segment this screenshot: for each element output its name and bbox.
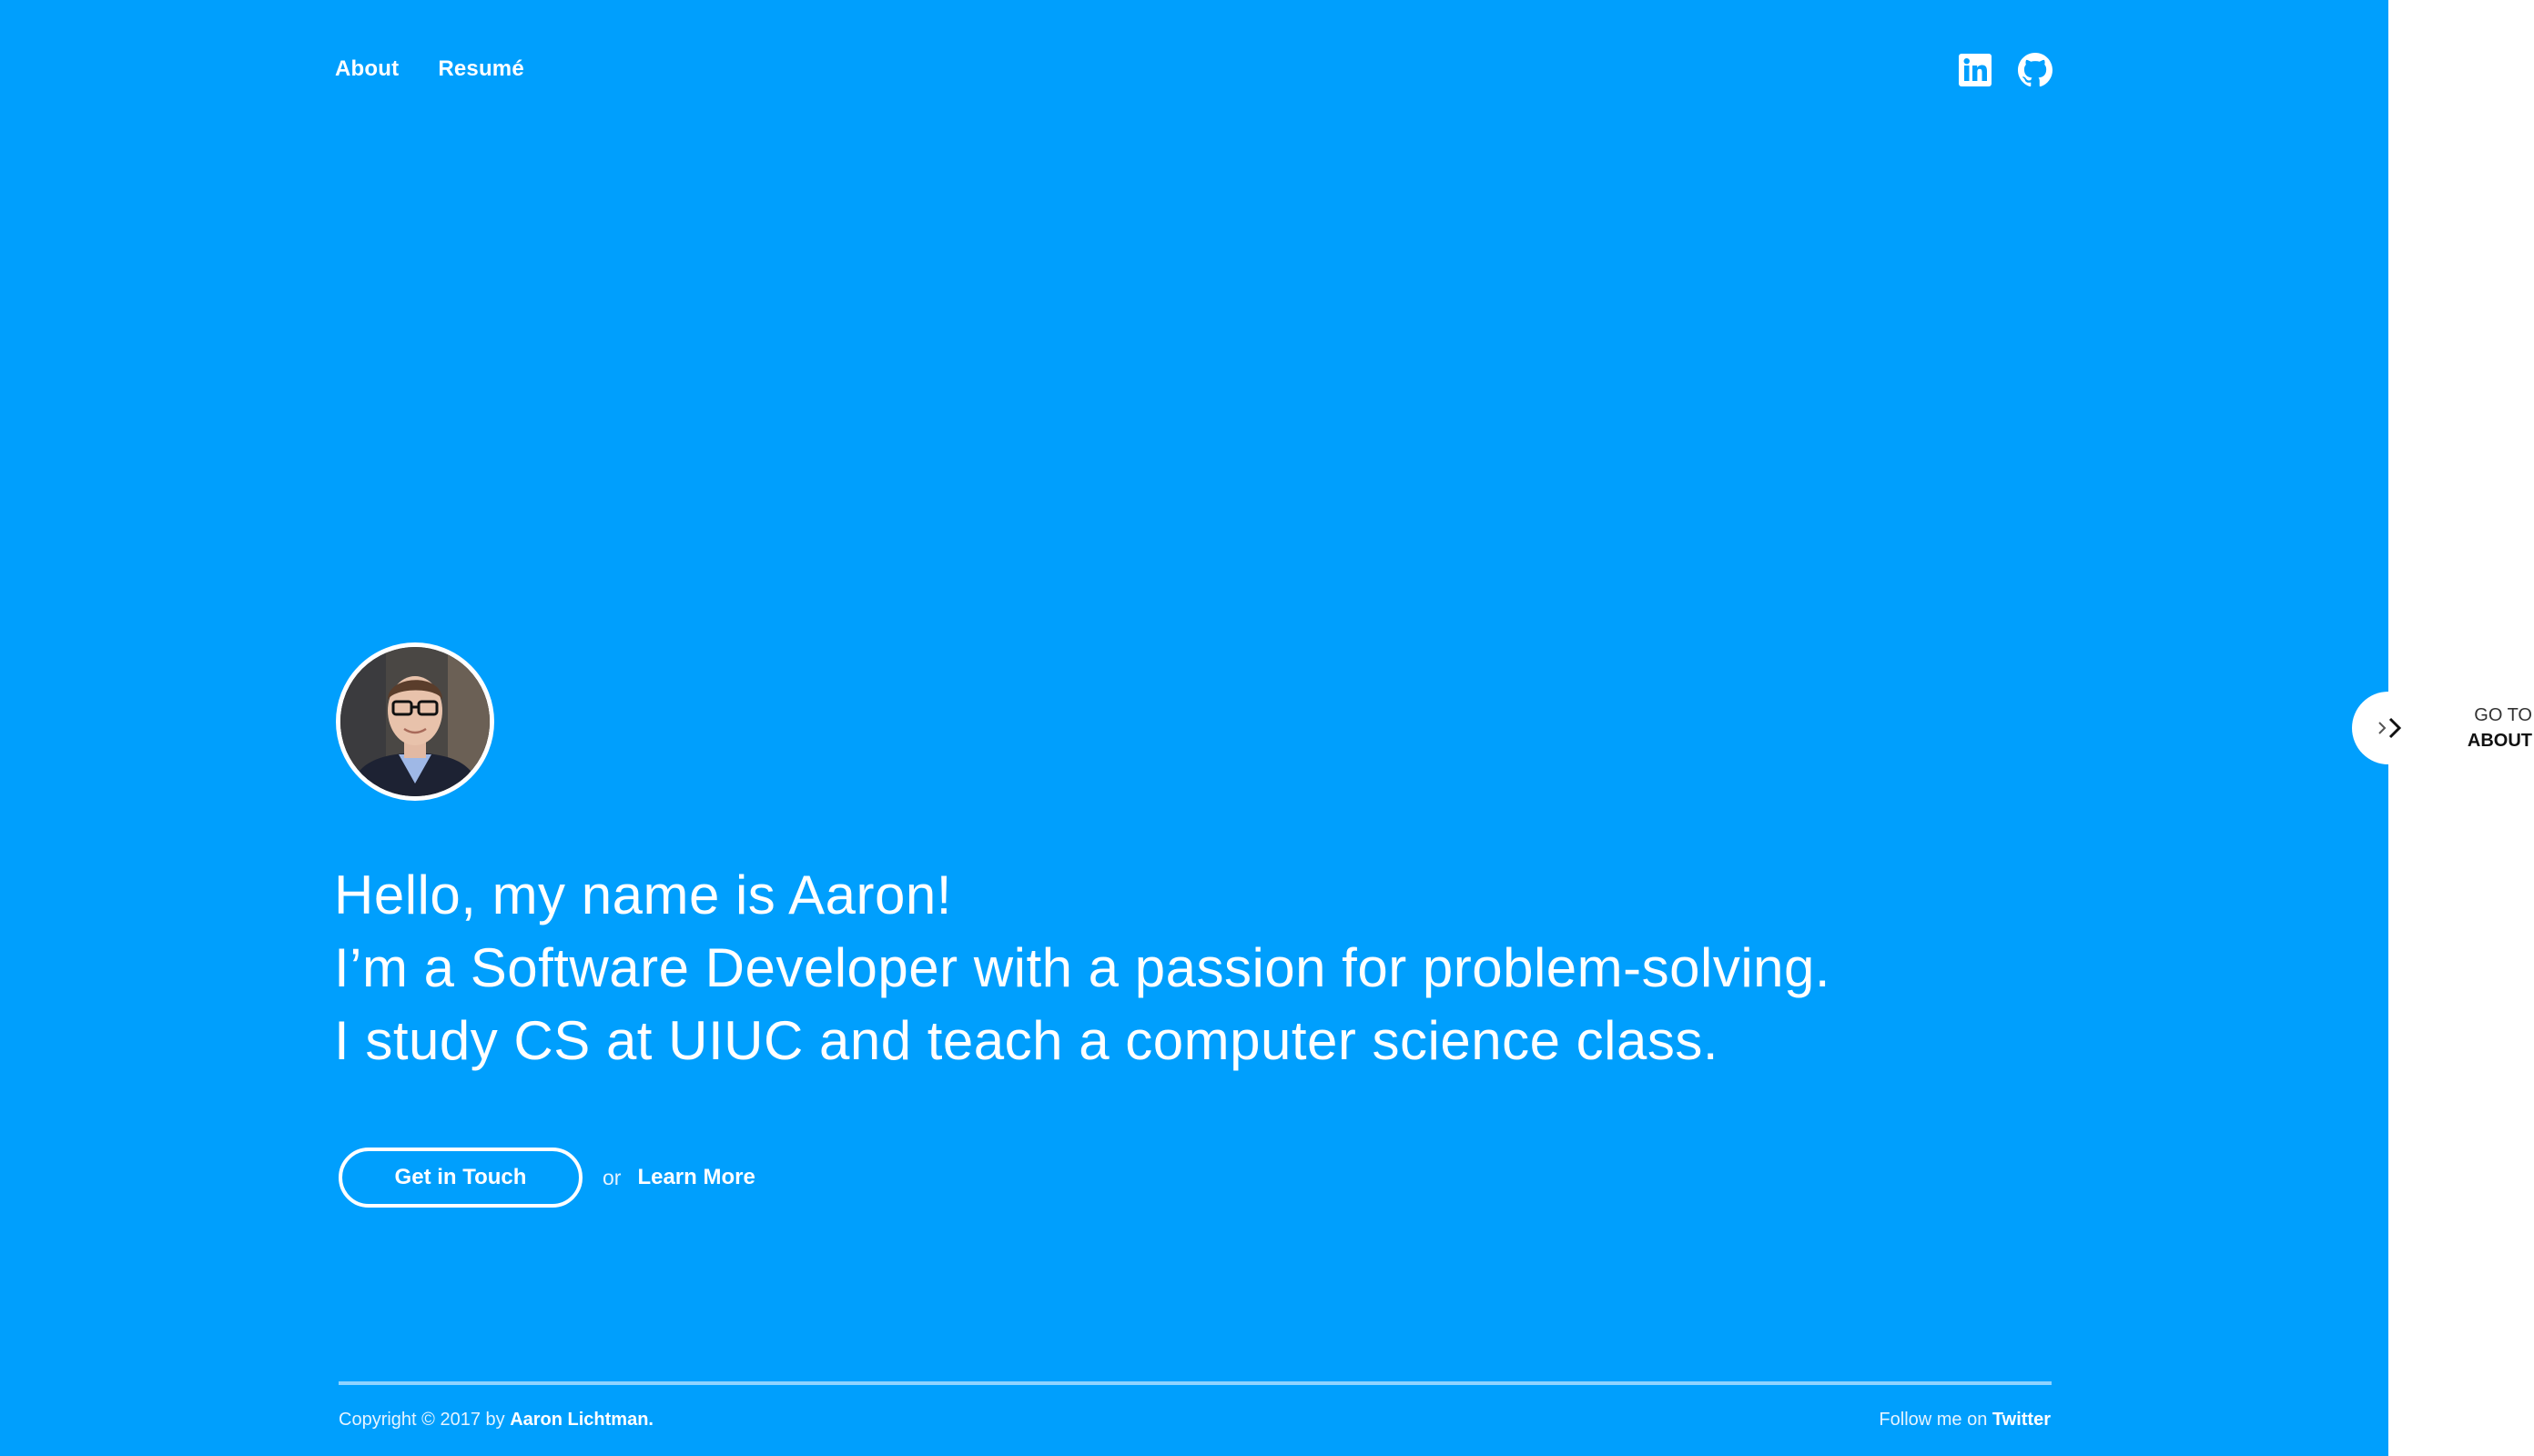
intro-line-2: I’m a Software Developer with a passion …	[334, 937, 1831, 998]
intro-heading: Hello, my name is Aaron! I’m a Software …	[334, 859, 1830, 1077]
intro-line-1: Hello, my name is Aaron!	[334, 864, 952, 925]
page: About Resumé Hello, my name is Aaron! I’…	[0, 0, 2534, 1456]
top-nav: About Resumé	[335, 56, 524, 82]
footer-follow: Follow me on Twitter	[1871, 1410, 2051, 1431]
footer-divider	[339, 1381, 2052, 1385]
get-in-touch-button[interactable]: Get in Touch	[339, 1148, 583, 1208]
copyright-text: Copyright © 2017 by	[339, 1410, 511, 1430]
github-icon[interactable]	[2018, 53, 2053, 87]
hero-section: About Resumé Hello, my name is Aaron! I’…	[0, 0, 2388, 1456]
nav-link-about[interactable]: About	[335, 56, 399, 82]
go-to-label-line-1: GO TO	[2474, 705, 2532, 725]
intro-line-3: I study CS at UIUC and teach a computer …	[334, 1010, 1718, 1071]
author-link[interactable]: Aaron Lichtman.	[510, 1410, 654, 1430]
double-chevron-right-icon	[2378, 717, 2402, 739]
cta-row: Get in Touch or Learn More	[339, 1148, 755, 1208]
twitter-link[interactable]: Twitter	[1992, 1410, 2051, 1430]
go-to-label-line-2: ABOUT	[2467, 731, 2532, 751]
linkedin-icon[interactable]	[1958, 53, 1992, 87]
footer-copyright: Copyright © 2017 by Aaron Lichtman.	[339, 1410, 654, 1431]
follow-text: Follow me on	[1879, 1410, 1992, 1430]
or-separator: or	[603, 1165, 622, 1189]
learn-more-link[interactable]: Learn More	[637, 1165, 755, 1190]
nav-link-resume[interactable]: Resumé	[438, 56, 524, 82]
social-links	[1958, 53, 2053, 87]
go-to-about-tab[interactable]: GO TO ABOUT	[2352, 692, 2534, 764]
profile-photo	[340, 647, 490, 796]
go-to-label: GO TO ABOUT	[2434, 703, 2532, 753]
avatar	[336, 642, 494, 801]
